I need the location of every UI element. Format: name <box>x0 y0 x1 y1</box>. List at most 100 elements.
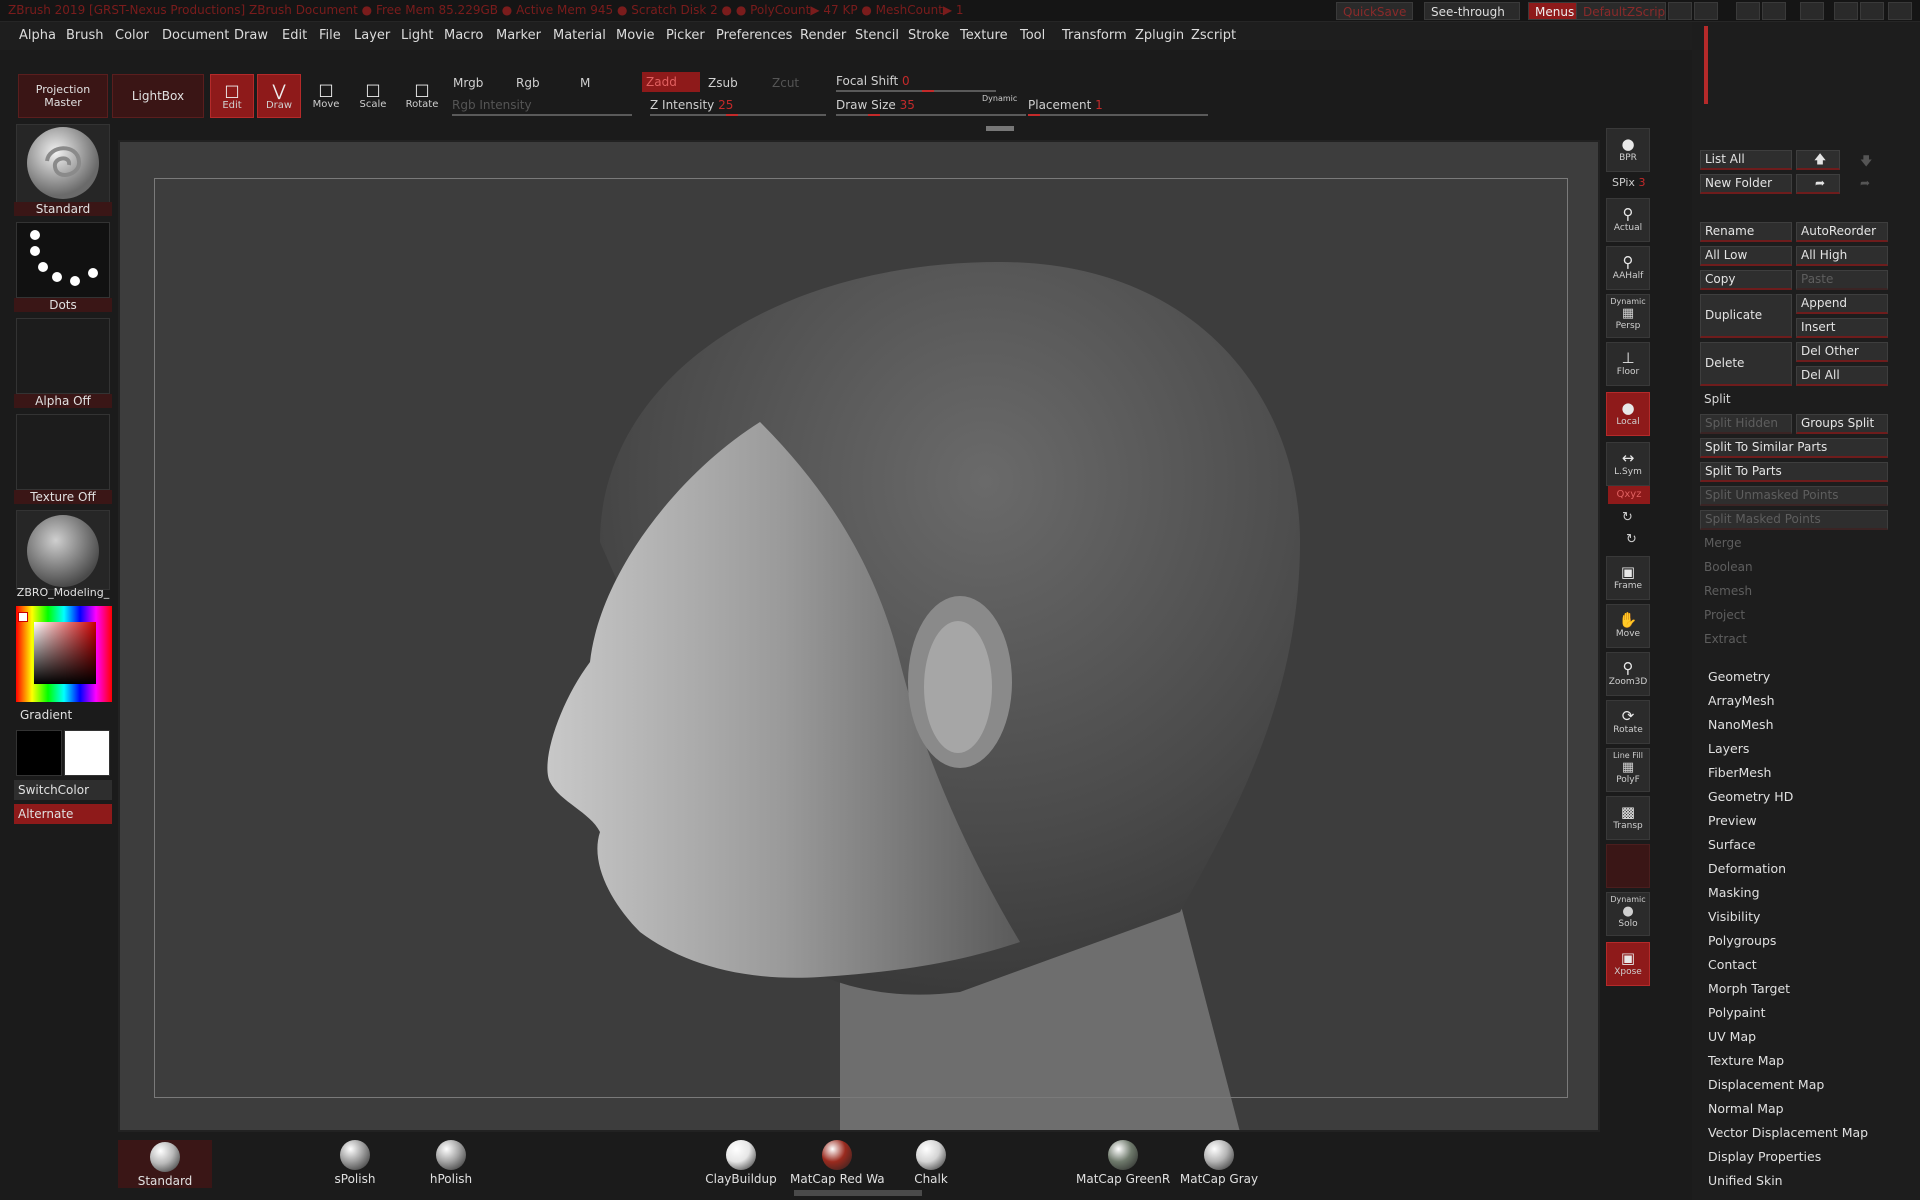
zcut-button[interactable]: Zcut <box>772 76 799 90</box>
split-hidden-button[interactable]: Split Hidden <box>1700 414 1792 434</box>
placement-slider[interactable]: Placement 1 <box>1028 98 1103 112</box>
quicksave-button[interactable]: QuickSave <box>1336 2 1414 20</box>
brush-thumbnail[interactable] <box>16 124 110 204</box>
xpose-button[interactable]: ▣ Xpose <box>1606 942 1650 986</box>
extract-subpalette[interactable]: Extract <box>1704 632 1747 646</box>
menu-macro[interactable]: Macro <box>444 22 483 50</box>
subpalette-vector-displacement-map[interactable]: Vector Displacement Map <box>1708 1121 1868 1145</box>
menu-render[interactable]: Render <box>800 22 846 50</box>
window-icon[interactable] <box>1800 2 1824 20</box>
draw-mode-button[interactable]: ⋁ Draw <box>257 74 301 118</box>
menu-file[interactable]: File <box>319 22 341 50</box>
menu-picker[interactable]: Picker <box>666 22 705 50</box>
menu-brush[interactable]: Brush <box>66 22 104 50</box>
subpalette-unified-skin[interactable]: Unified Skin <box>1708 1169 1868 1193</box>
color-picker-field[interactable] <box>34 622 96 684</box>
move-mode-button[interactable]: □ Move <box>304 74 348 118</box>
brush-hpolish[interactable]: hPolish <box>404 1140 498 1186</box>
subpalette-normal-map[interactable]: Normal Map <box>1708 1097 1868 1121</box>
gradient-label[interactable]: Gradient <box>14 708 112 722</box>
brush-spolish[interactable]: sPolish <box>308 1140 402 1186</box>
project-subpalette[interactable]: Project <box>1704 608 1745 622</box>
zadd-button[interactable]: Zadd <box>642 72 700 92</box>
zsub-button[interactable]: Zsub <box>708 76 738 90</box>
switchcolor-button[interactable]: SwitchColor <box>14 780 112 800</box>
menu-movie[interactable]: Movie <box>616 22 654 50</box>
lsym-button[interactable]: ↔ L.Sym <box>1606 442 1650 486</box>
menu-texture[interactable]: Texture <box>960 22 1008 50</box>
persp-button[interactable]: Dynamic ▦ Persp <box>1606 294 1650 338</box>
remesh-subpalette[interactable]: Remesh <box>1704 584 1752 598</box>
menu-light[interactable]: Light <box>401 22 433 50</box>
subpalette-arraymesh[interactable]: ArrayMesh <box>1708 689 1868 713</box>
subpalette-texture-map[interactable]: Texture Map <box>1708 1049 1868 1073</box>
all-low-button[interactable]: All Low <box>1700 246 1792 266</box>
rgb-intensity-slider[interactable]: Rgb Intensity <box>452 98 532 112</box>
rotate-view-button[interactable]: ⟳ Rotate <box>1606 700 1650 744</box>
subpalette-geometry-hd[interactable]: Geometry HD <box>1708 785 1868 809</box>
focal-shift-knob[interactable] <box>922 90 934 92</box>
subpalette-masking[interactable]: Masking <box>1708 881 1868 905</box>
menus-button[interactable]: Menus <box>1528 2 1582 20</box>
move-down-icon[interactable]: 🡇 <box>1860 152 1872 173</box>
subpalette-fibermesh[interactable]: FiberMesh <box>1708 761 1868 785</box>
delete-button[interactable]: Delete <box>1700 342 1792 386</box>
polyf-button[interactable]: Line Fill ▦ PolyF <box>1606 748 1650 792</box>
split-similar-parts-button[interactable]: Split To Similar Parts <box>1700 438 1888 458</box>
primary-color-swatch[interactable] <box>16 730 62 776</box>
material-thumbnail[interactable] <box>16 510 110 590</box>
menu-stroke[interactable]: Stroke <box>908 22 949 50</box>
subpalette-preview[interactable]: Preview <box>1708 809 1868 833</box>
menu-document[interactable]: Document <box>162 22 229 50</box>
placement-knob[interactable] <box>1028 114 1040 116</box>
subpalette-display-properties[interactable]: Display Properties <box>1708 1145 1868 1169</box>
subpalette-geometry[interactable]: Geometry <box>1708 665 1868 689</box>
paste-button[interactable]: Paste <box>1796 270 1888 290</box>
toolbar-drag-handle[interactable] <box>986 126 1014 131</box>
menu-marker[interactable]: Marker <box>496 22 541 50</box>
spix-slider[interactable]: SPix 3 <box>1612 176 1645 189</box>
split-masked-button[interactable]: Split Masked Points <box>1700 510 1888 530</box>
z-intensity-knob[interactable] <box>726 114 738 116</box>
color-picker-hue[interactable] <box>16 606 112 702</box>
material-matcap-green[interactable]: MatCap GreenRc <box>1076 1140 1170 1186</box>
subpalette-morph-target[interactable]: Morph Target <box>1708 977 1868 1001</box>
menu-transform[interactable]: Transform <box>1062 22 1127 50</box>
actual-button[interactable]: ⚲ Actual <box>1606 198 1650 242</box>
floor-button[interactable]: ⊥ Floor <box>1606 342 1650 386</box>
m-button[interactable]: M <box>580 76 590 90</box>
move-view-button[interactable]: ✋ Move <box>1606 604 1650 648</box>
list-all-button[interactable]: List All <box>1700 150 1792 170</box>
rgb-button[interactable]: Rgb <box>516 76 540 90</box>
alternate-button[interactable]: Alternate <box>14 804 112 824</box>
groups-split-button[interactable]: Groups Split <box>1796 414 1888 434</box>
minimize-icon[interactable] <box>1834 2 1858 20</box>
all-high-button[interactable]: All High <box>1796 246 1888 266</box>
see-through-slider[interactable]: See-through 0 <box>1424 2 1520 37</box>
subpalette-deformation[interactable]: Deformation <box>1708 857 1868 881</box>
del-all-button[interactable]: Del All <box>1796 366 1888 386</box>
brush-standard[interactable]: Standard <box>118 1140 212 1188</box>
subpalette-nanomesh[interactable]: NanoMesh <box>1708 713 1868 737</box>
canvas-viewport[interactable] <box>118 140 1600 1132</box>
material-chalk[interactable]: Chalk <box>884 1140 978 1186</box>
subpalette-uv-map[interactable]: UV Map <box>1708 1025 1868 1049</box>
rotate-z-icon[interactable]: ↻ <box>1626 532 1637 547</box>
material-matcap-gray[interactable]: MatCap Gray <box>1172 1140 1266 1186</box>
shelf-scroll-handle[interactable] <box>794 1190 922 1196</box>
menu-material[interactable]: Material <box>553 22 606 50</box>
subpalette-polygroups[interactable]: Polygroups <box>1708 929 1868 953</box>
scale-mode-button[interactable]: □ Scale <box>351 74 395 118</box>
menu-edit[interactable]: Edit <box>282 22 307 50</box>
menu-tool[interactable]: Tool <box>1020 22 1045 50</box>
aahalf-button[interactable]: ⚲ AAHalf <box>1606 246 1650 290</box>
frame-button[interactable]: ▣ Frame <box>1606 556 1650 600</box>
menu-color[interactable]: Color <box>115 22 149 50</box>
edit-mode-button[interactable]: □ Edit <box>210 74 254 118</box>
layout-icon[interactable] <box>1694 2 1718 20</box>
close-icon[interactable] <box>1888 2 1912 20</box>
ghost-button[interactable] <box>1606 844 1650 888</box>
menu-zscript[interactable]: Zscript <box>1191 22 1236 50</box>
xyz-button[interactable]: Qxyz <box>1608 486 1650 504</box>
brush-claybuildup[interactable]: ClayBuildup <box>694 1140 788 1186</box>
